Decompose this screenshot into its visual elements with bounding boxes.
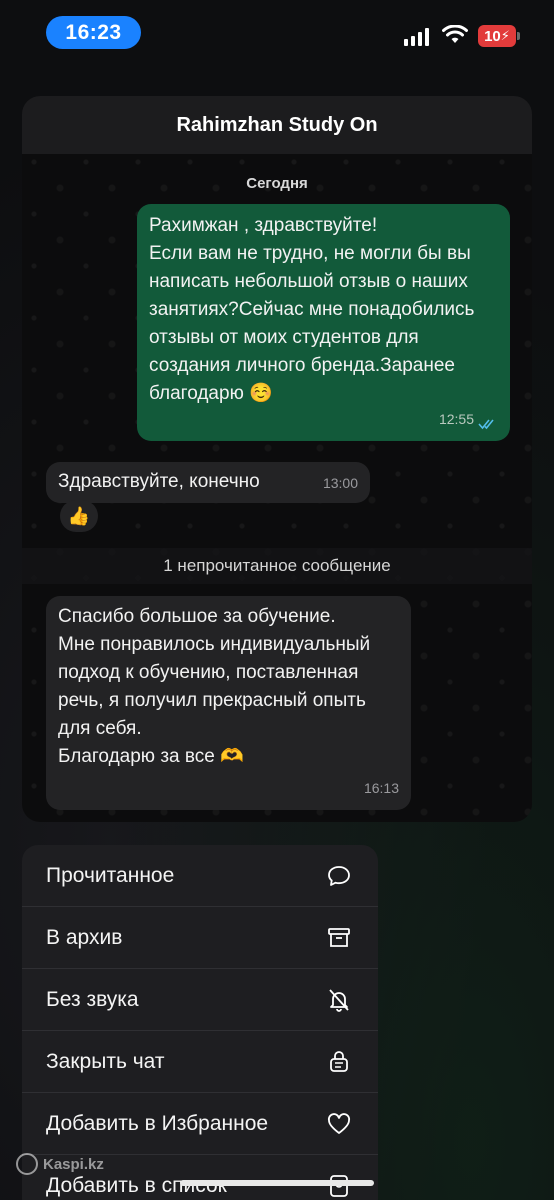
watermark: Kaspi.kz (16, 1153, 104, 1175)
menu-item-mute[interactable]: Без звука (22, 969, 378, 1031)
message-text: Рахимжан , здравствуйте! Если вам не тру… (149, 215, 475, 404)
message-time: 13:00 (322, 475, 358, 491)
archive-icon (328, 927, 350, 947)
incoming-message: Здравствуйте, конечно 13:00 (46, 462, 370, 503)
wifi-icon (442, 25, 468, 43)
message-text: Спасибо большое за обучение. Мне понрави… (58, 606, 371, 767)
menu-item-label: Закрыть чат (46, 1049, 165, 1073)
menu-item-label: Прочитанное (46, 863, 175, 887)
watermark-text: Kaspi.kz (43, 1155, 104, 1173)
menu-item-label: Без звука (46, 987, 139, 1011)
menu-item-label: В архив (46, 925, 123, 949)
menu-item-mark-read[interactable]: Прочитанное (22, 845, 378, 907)
menu-item-add-favorite[interactable]: Добавить в Избранное (22, 1093, 378, 1155)
chat-title: Rahimzhan Study On (22, 96, 532, 154)
chat-context-menu: Прочитанное В архив Без звука Закрыть ча… (22, 845, 378, 1200)
battery-level: 10 (484, 27, 501, 45)
home-indicator[interactable] (180, 1180, 374, 1186)
status-bar: 16:23 10 ⚡ (0, 0, 554, 70)
message-text: Здравствуйте, конечно (58, 471, 260, 492)
message-reaction[interactable]: 👍 (60, 500, 98, 532)
message-time: 16:13 (363, 780, 399, 796)
kaspi-logo-icon (16, 1153, 38, 1175)
message-time: 12:55 (438, 411, 474, 427)
outgoing-message: Рахимжан , здравствуйте! Если вам не тру… (137, 204, 510, 441)
read-ticks-icon (478, 419, 494, 430)
date-separator: Сегодня (246, 174, 308, 192)
chat-preview: Rahimzhan Study On Сегодня Рахимжан , зд… (22, 96, 532, 822)
lock-chat-icon (330, 1050, 348, 1072)
battery-indicator: 10 ⚡ (478, 25, 516, 47)
heart-icon (327, 1112, 351, 1134)
menu-item-lock-chat[interactable]: Закрыть чат (22, 1031, 378, 1093)
incoming-message: Спасибо большое за обучение. Мне понрави… (46, 596, 411, 810)
status-time[interactable]: 16:23 (46, 16, 141, 49)
bell-off-icon (329, 988, 349, 1012)
battery-cap (517, 32, 520, 40)
charging-bolt-icon: ⚡ (500, 28, 510, 43)
menu-item-archive[interactable]: В архив (22, 907, 378, 969)
unread-banner: 1 непрочитанное сообщение (22, 548, 532, 584)
cellular-signal-icon (404, 28, 429, 46)
chat-bubble-icon (328, 865, 350, 886)
menu-item-label: Добавить в Избранное (46, 1111, 269, 1135)
